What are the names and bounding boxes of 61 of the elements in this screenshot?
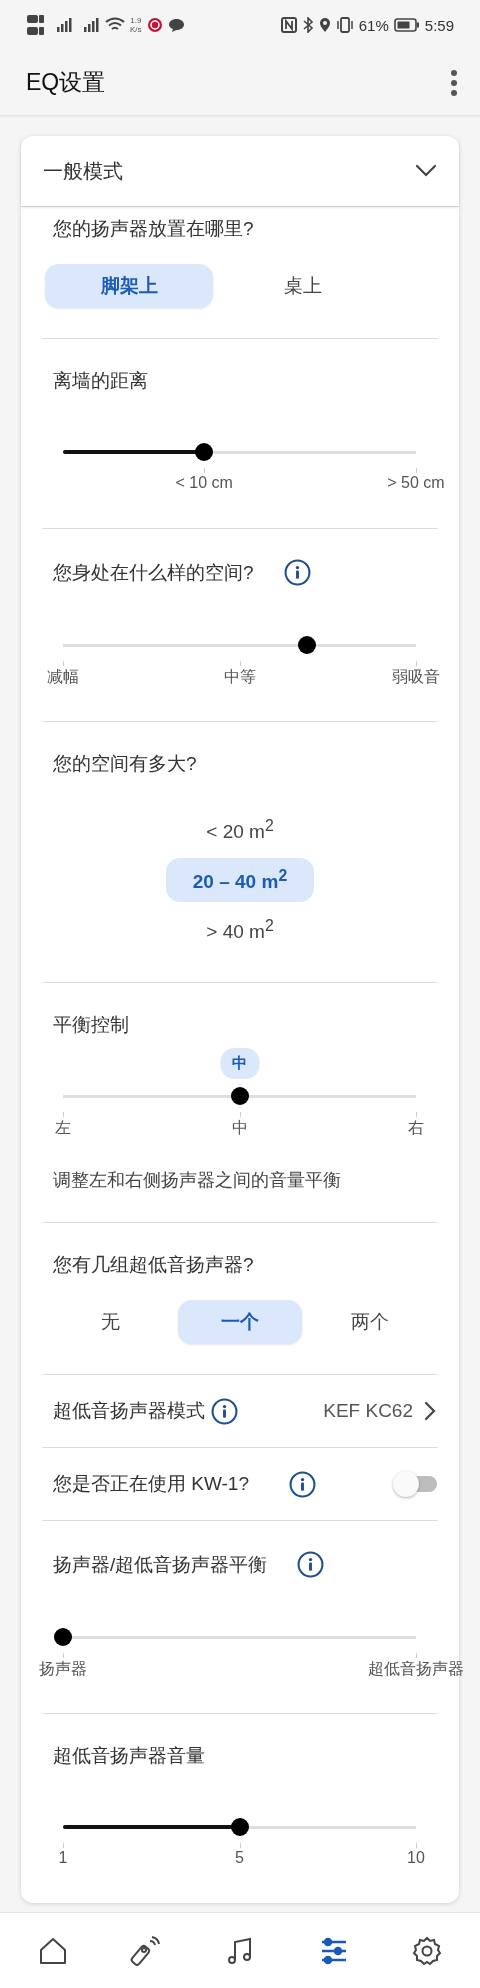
vibrate-icon <box>335 17 354 33</box>
question-title: 平衡控制 <box>53 1013 129 1037</box>
scale-label: 中等 <box>223 667 256 687</box>
scale-label: 右 <box>408 1118 424 1138</box>
question-title: 扬声器/超低音扬声器平衡 <box>53 1552 268 1577</box>
scale-label: 10 <box>407 1849 425 1867</box>
more-menu-icon[interactable] <box>450 68 458 97</box>
scale-label: 1 <box>58 1849 68 1867</box>
scale-label: 中 <box>231 1118 248 1138</box>
battery-icon <box>393 18 420 32</box>
info-icon[interactable] <box>211 1397 238 1425</box>
clock-time: 5:59 <box>424 16 454 34</box>
question-title: 您有几组超低音扬声器? <box>53 1253 254 1277</box>
scale-label: 减幅 <box>47 667 79 687</box>
setting-value[interactable]: KEF KC62 <box>323 1400 413 1422</box>
option-button[interactable]: 20 – 40 m$^{2}$ <box>166 858 314 902</box>
value-bubble: 中 <box>220 1048 259 1079</box>
question-title: 您的空间有多大? <box>53 752 197 776</box>
scale-label: 弱吸音 <box>392 667 440 687</box>
scale-label: 扬声器 <box>39 1659 87 1679</box>
mode-dropdown[interactable]: 一般模式 <box>43 157 123 185</box>
info-icon[interactable] <box>289 1470 316 1498</box>
info-icon[interactable] <box>283 559 311 586</box>
slider-thumb[interactable] <box>297 636 316 654</box>
option-button[interactable]: < 20 m$^{2}$ <box>166 808 314 852</box>
bluetooth-icon <box>301 17 314 33</box>
scale-label: 左 <box>55 1118 71 1138</box>
question-title: 您身处在什么样的空间? <box>53 560 254 585</box>
option-button[interactable]: 一个 <box>178 1300 302 1344</box>
nfc-icon <box>280 17 297 33</box>
scale-label: > 50 cm <box>387 474 445 492</box>
location-icon <box>318 17 331 33</box>
setting-title: 您是否正在使用 KW-1? <box>53 1472 249 1496</box>
screen-title: EQ设置 <box>26 68 106 97</box>
chevron-right-icon[interactable] <box>423 1400 437 1422</box>
speed-unit: K/s <box>130 25 142 34</box>
toggle-switch[interactable] <box>393 1470 437 1498</box>
question-title: 您的扬声器放置在哪里? <box>53 217 254 241</box>
question-title: 超低音扬声器音量 <box>53 1744 205 1768</box>
chevron-down-icon[interactable] <box>415 164 437 178</box>
option-button[interactable]: > 40 m$^{2}$ <box>166 908 314 952</box>
battery-percent: 61% <box>358 16 389 34</box>
app-notification-icon <box>146 17 163 33</box>
slider-thumb[interactable] <box>195 443 214 461</box>
scale-label: 5 <box>235 1849 244 1867</box>
scale-label: 超低音扬声器 <box>368 1659 464 1679</box>
info-icon[interactable] <box>297 1551 325 1578</box>
option-button[interactable]: 两个 <box>308 1300 432 1344</box>
setting-title: 超低音扬声器模式 <box>53 1399 206 1423</box>
network-speed: 1.9 <box>130 16 142 25</box>
chat-bubble-icon <box>167 17 185 33</box>
wifi-icon <box>105 17 125 33</box>
question-title: 离墙的距离 <box>53 369 148 393</box>
slider-thumb[interactable] <box>230 1087 249 1105</box>
description-text: 调整左和右侧扬声器之间的音量平衡 <box>53 1169 342 1192</box>
slider-thumb[interactable] <box>54 1628 72 1646</box>
scale-label: < 10 cm <box>175 474 233 492</box>
slider-thumb[interactable] <box>230 1818 249 1836</box>
option-button[interactable]: 桌上 <box>219 264 387 308</box>
option-button[interactable]: 脚架上 <box>45 264 213 308</box>
option-button[interactable]: 无 <box>48 1300 172 1344</box>
